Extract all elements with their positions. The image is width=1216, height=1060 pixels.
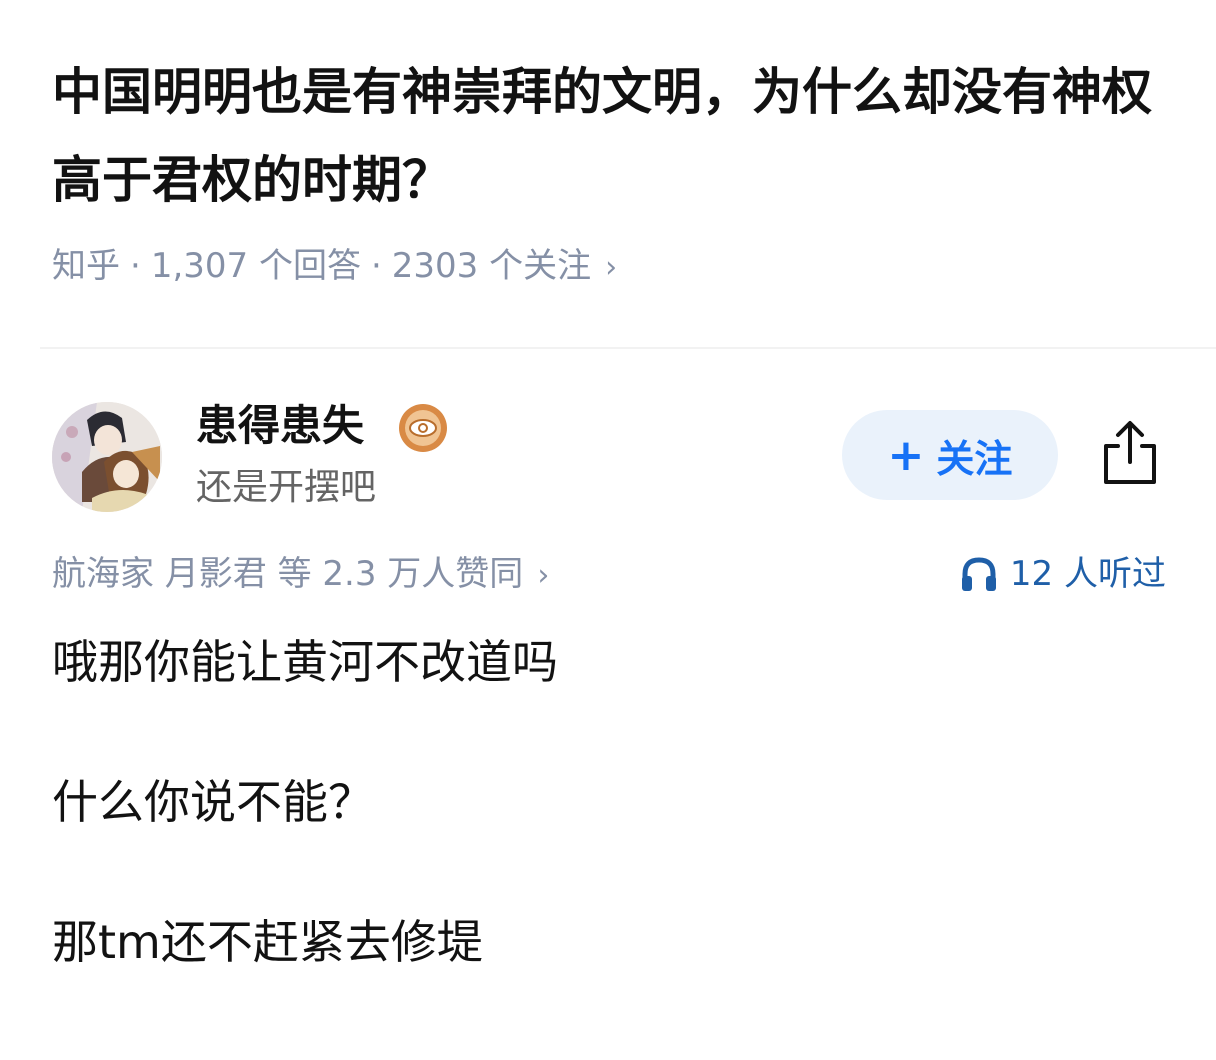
answer-paragraph: 那tm还不赶紧去修堤: [52, 915, 483, 969]
answer-content: 哦那你能让黄河不改道吗 什么你说不能？ 那tm还不赶紧去修堤: [52, 624, 558, 980]
follow-button[interactable]: + 关注: [842, 410, 1058, 500]
followers-count: 2303 个关注: [391, 246, 592, 286]
listen-text: 12 人听过: [1009, 554, 1166, 594]
author-name[interactable]: 患得患失: [196, 398, 364, 454]
upvote-text: 航海家 月影君 等 2.3 万人赞同: [52, 554, 524, 594]
meta-separator: ·: [370, 246, 382, 286]
source-label: 知乎: [52, 246, 120, 286]
answer-paragraph: 哦那你能让黄河不改道吗: [52, 635, 558, 689]
answers-count: 1,307 个回答: [150, 246, 361, 286]
share-icon[interactable]: [1098, 418, 1162, 488]
plus-icon: +: [887, 429, 925, 481]
follow-button-label: 关注: [936, 436, 1013, 481]
section-divider: [40, 347, 1216, 349]
answer-paragraph: 什么你说不能？: [52, 775, 374, 829]
listen-count[interactable]: 12 人听过: [960, 548, 1166, 600]
author-avatar[interactable]: [52, 402, 162, 512]
avatar-anime-illustration: [52, 402, 162, 512]
chevron-right-icon: ›: [537, 558, 550, 593]
question-meta[interactable]: 知乎 · 1,307 个回答 · 2303 个关注 ›: [52, 240, 617, 294]
meta-separator: ·: [130, 246, 141, 286]
question-title[interactable]: 中国明明也是有神崇拜的文明，为什么却没有神权高于君权的时期？: [52, 48, 1172, 224]
chevron-right-icon: ›: [605, 250, 618, 285]
upvote-summary[interactable]: 航海家 月影君 等 2.3 万人赞同 ›: [52, 548, 549, 602]
headphones-icon: [961, 557, 996, 591]
author-bio: 还是开摆吧: [196, 467, 377, 508]
eye-badge-icon: [399, 404, 447, 452]
